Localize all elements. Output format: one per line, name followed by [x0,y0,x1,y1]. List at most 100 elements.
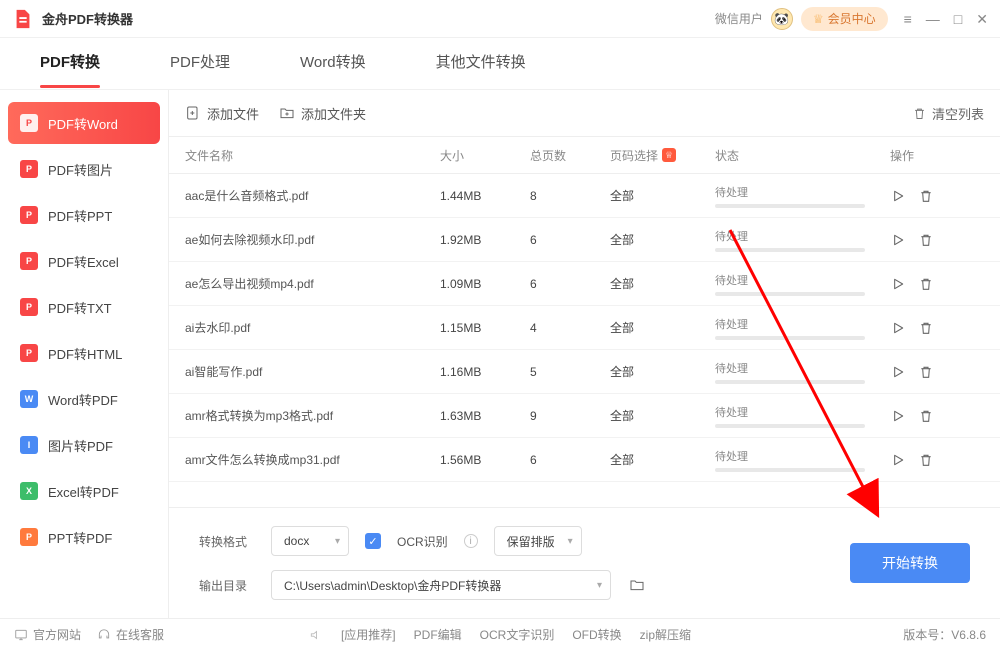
cell-range[interactable]: 全部 [610,187,715,204]
trash-icon[interactable] [918,276,934,292]
output-path-select[interactable]: C:\Users\admin\Desktop\金舟PDF转换器 [271,570,611,600]
cell-name: ae如何去除视频水印.pdf [185,231,440,248]
sidebar-item-pdf-to-txt[interactable]: PPDF转TXT [8,286,160,328]
cell-range[interactable]: 全部 [610,231,715,248]
cell-size: 1.56MB [440,453,530,467]
trash-icon[interactable] [918,232,934,248]
table-row[interactable]: ai去水印.pdf 1.15MB 4 全部 待处理 [169,306,1000,350]
trash-icon[interactable] [918,408,934,424]
play-icon[interactable] [890,364,906,380]
table-row[interactable]: ae怎么导出视频mp4.pdf 1.09MB 6 全部 待处理 [169,262,1000,306]
cell-status: 待处理 [715,228,885,252]
cell-ops [885,188,984,204]
cell-pages: 8 [530,189,610,203]
sidebar-item-image-to-pdf[interactable]: I图片转PDF [8,424,160,466]
cell-ops [885,232,984,248]
footer-link-zip[interactable]: zip解压缩 [640,626,691,643]
footer-link-apps[interactable]: [应用推荐] [341,626,396,643]
play-icon[interactable] [890,188,906,204]
cell-size: 1.92MB [440,233,530,247]
cell-ops [885,364,984,380]
play-icon[interactable] [890,408,906,424]
cell-name: aac是什么音频格式.pdf [185,187,440,204]
start-convert-button[interactable]: 开始转换 [850,543,970,583]
avatar[interactable]: 🐼 [771,8,793,30]
play-icon[interactable] [890,276,906,292]
output-label: 输出目录 [199,577,255,594]
footer: 官方网站 在线客服 [应用推荐] PDF编辑 OCR文字识别 OFD转换 zip… [0,618,1000,650]
table-row[interactable]: ae如何去除视频水印.pdf 1.92MB 6 全部 待处理 [169,218,1000,262]
sidebar-item-pdf-to-word[interactable]: PPDF转Word [8,102,160,144]
wechat-user-label: 微信用户 [715,10,763,27]
add-folder-button[interactable]: 添加文件夹 [279,104,366,123]
trash-icon[interactable] [918,188,934,204]
footer-link-edit[interactable]: PDF编辑 [414,626,462,643]
cell-name: amr格式转换为mp3格式.pdf [185,407,440,424]
footer-link-ocr[interactable]: OCR文字识别 [480,626,555,643]
sidebar-item-pdf-to-excel[interactable]: PPDF转Excel [8,240,160,282]
format-select[interactable]: docx [271,526,349,556]
add-file-button[interactable]: 添加文件 [185,104,259,123]
cell-size: 1.09MB [440,277,530,291]
cell-pages: 6 [530,277,610,291]
clear-list-button[interactable]: 清空列表 [912,104,984,123]
ocr-label: OCR识别 [397,533,448,550]
sidebar-item-pdf-to-html[interactable]: PPDF转HTML [8,332,160,374]
layout-select[interactable]: 保留排版 [494,526,582,556]
header-pages: 总页数 [530,147,610,164]
sidebar-item-pdf-to-ppt[interactable]: PPDF转PPT [8,194,160,236]
table-row[interactable]: aac是什么音频格式.pdf 1.44MB 8 全部 待处理 [169,174,1000,218]
progress-bar [715,468,865,472]
member-center-button[interactable]: 会员中心 [801,7,888,31]
pdf-icon: P [20,252,38,270]
file-list: aac是什么音频格式.pdf 1.44MB 8 全部 待处理 ae如何去除视频水… [169,174,1000,507]
trash-icon[interactable] [918,364,934,380]
header-name: 文件名称 [185,147,440,164]
play-icon[interactable] [890,320,906,336]
play-icon[interactable] [890,232,906,248]
close-button[interactable]: ✕ [976,12,988,26]
cell-range[interactable]: 全部 [610,451,715,468]
footer-link-ofd[interactable]: OFD转换 [572,626,621,643]
trash-icon[interactable] [918,320,934,336]
ppt-icon: P [20,528,38,546]
cell-ops [885,452,984,468]
progress-bar [715,336,865,340]
table-row[interactable]: amr格式转换为mp3格式.pdf 1.63MB 9 全部 待处理 [169,394,1000,438]
tab-pdf-process[interactable]: PDF处理 [170,51,230,76]
cell-range[interactable]: 全部 [610,275,715,292]
app-logo [12,8,34,30]
cell-range[interactable]: 全部 [610,363,715,380]
tab-other-convert[interactable]: 其他文件转换 [436,51,526,76]
progress-bar [715,204,865,208]
sidebar-item-pdf-to-image[interactable]: PPDF转图片 [8,148,160,190]
menu-icon[interactable]: ≡ [904,12,912,26]
maximize-button[interactable]: □ [954,12,962,26]
pdf-icon: P [20,160,38,178]
pdf-icon: P [20,114,38,132]
table-row[interactable]: amr文件怎么转换成mp31.pdf 1.56MB 6 全部 待处理 [169,438,1000,482]
tab-pdf-convert[interactable]: PDF转换 [40,51,100,76]
official-site-link[interactable]: 官方网站 [14,626,81,643]
cell-status: 待处理 [715,272,885,296]
tab-word-convert[interactable]: Word转换 [300,51,366,76]
minimize-button[interactable]: — [926,12,940,26]
ocr-checkbox[interactable]: ✓ [365,533,381,549]
cell-range[interactable]: 全部 [610,407,715,424]
pdf-icon: P [20,298,38,316]
folder-icon[interactable] [627,577,647,593]
cell-size: 1.63MB [440,409,530,423]
footer-center-links: [应用推荐] PDF编辑 OCR文字识别 OFD转换 zip解压缩 [309,626,691,643]
support-link[interactable]: 在线客服 [97,626,164,643]
pdf-icon: P [20,344,38,362]
info-icon[interactable]: i [464,534,478,548]
trash-icon[interactable] [918,452,934,468]
play-icon[interactable] [890,452,906,468]
table-row[interactable]: ai智能写作.pdf 1.16MB 5 全部 待处理 [169,350,1000,394]
cell-ops [885,408,984,424]
sidebar-item-excel-to-pdf[interactable]: XExcel转PDF [8,470,160,512]
sidebar-item-ppt-to-pdf[interactable]: PPPT转PDF [8,516,160,558]
version-label: 版本号：V6.8.6 [903,626,986,643]
cell-range[interactable]: 全部 [610,319,715,336]
sidebar-item-word-to-pdf[interactable]: WWord转PDF [8,378,160,420]
